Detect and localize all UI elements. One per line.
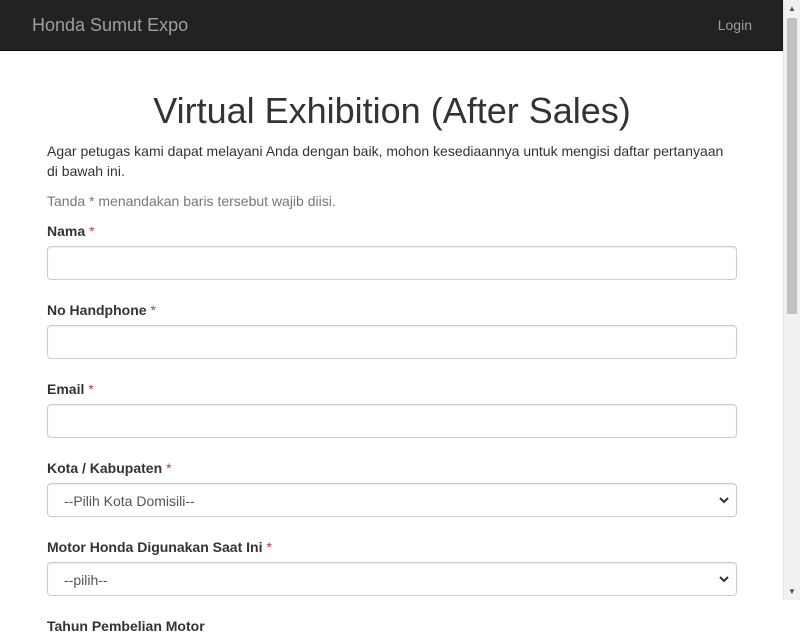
field-label: Email * — [47, 381, 94, 397]
field-label: Motor Honda Digunakan Saat Ini * — [47, 539, 272, 555]
page-title: Virtual Exhibition (After Sales) — [153, 90, 631, 131]
vertical-scrollbar[interactable]: ▲ ▼ — [783, 0, 800, 600]
required-asterisk: * — [89, 223, 95, 239]
field-label: Kota / Kabupaten * — [47, 460, 172, 476]
chevron-down-icon — [719, 497, 729, 504]
scroll-thumb[interactable] — [787, 18, 797, 314]
field-email: Email * — [47, 379, 737, 438]
email-input[interactable] — [47, 404, 737, 438]
top-navbar: Honda Sumut Expo Login — [0, 0, 783, 51]
motor-select-value: --pilih-- — [64, 572, 108, 588]
required-asterisk: * — [266, 539, 272, 555]
kota-select[interactable]: --Pilih Kota Domisili-- — [47, 483, 737, 517]
required-note: Tanda * menandakan baris tersebut wajib … — [47, 193, 336, 209]
field-nama: Nama * — [47, 221, 737, 280]
chevron-down-icon — [719, 576, 729, 583]
phone-input[interactable] — [47, 325, 737, 359]
scroll-down-arrow-icon[interactable]: ▼ — [784, 583, 800, 600]
field-no-handphone: No Handphone * — [47, 300, 737, 359]
kota-select-value: --Pilih Kota Domisili-- — [64, 493, 195, 509]
field-kota-kabupaten: Kota / Kabupaten * --Pilih Kota Domisili-… — [47, 458, 737, 517]
field-tahun-pembelian: Tahun Pembelian Motor — [47, 616, 737, 636]
field-label: Nama * — [47, 223, 95, 239]
field-label: No Handphone * — [47, 302, 156, 318]
required-asterisk: * — [150, 302, 156, 318]
required-asterisk: * — [88, 381, 94, 397]
scroll-up-arrow-icon[interactable]: ▲ — [784, 0, 800, 17]
nama-input[interactable] — [47, 246, 737, 280]
main-content: Virtual Exhibition (After Sales) Agar pe… — [47, 51, 737, 636]
field-label: Tahun Pembelian Motor — [47, 618, 205, 634]
brand-link[interactable]: Honda Sumut Expo — [32, 14, 188, 36]
field-motor-honda: Motor Honda Digunakan Saat Ini * --pilih-… — [47, 537, 737, 596]
intro-text: Agar petugas kami dapat melayani Anda de… — [47, 143, 724, 179]
login-link[interactable]: Login — [718, 16, 752, 34]
motor-select[interactable]: --pilih-- — [47, 562, 737, 596]
required-asterisk: * — [166, 460, 172, 476]
